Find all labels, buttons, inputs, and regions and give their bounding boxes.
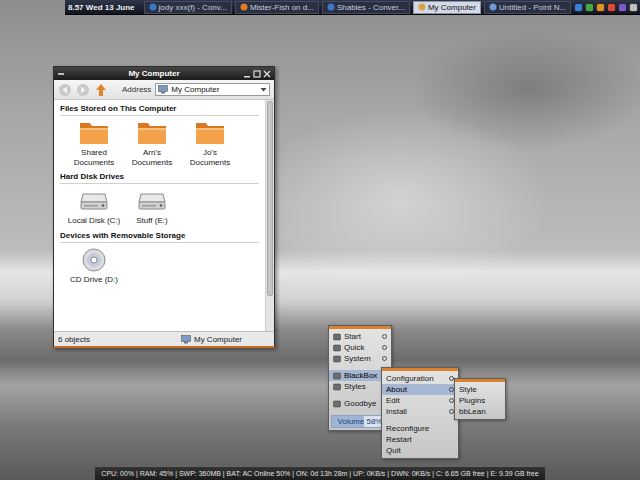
window-title: My Computer: [68, 69, 240, 78]
group-title: Files Stored on This Computer: [60, 104, 259, 116]
group-title: Hard Disk Drives: [60, 172, 259, 184]
blackbox-menu: ConfigurationAboutEditInstall Reconfigure…: [381, 367, 459, 459]
menu-item[interactable]: Edit: [382, 395, 458, 406]
item-group: Devices with Removable Storage CD Drive (…: [60, 231, 259, 285]
app-icon: [240, 3, 248, 11]
forward-arrow-icon[interactable]: [76, 83, 90, 97]
toolbar: Address My Computer: [54, 80, 274, 100]
menu-item-icon: [333, 344, 341, 352]
submenu-arrow-icon: [382, 345, 387, 350]
menu-item[interactable]: Quick: [329, 342, 391, 353]
drive-item[interactable]: Stuff (E:): [124, 188, 180, 226]
app-icon: [489, 3, 497, 11]
menu-item-icon: [333, 400, 341, 408]
folder-icon: [137, 120, 167, 146]
menu-item-icon: [333, 333, 341, 341]
app-icon: [149, 3, 157, 11]
top-toolbar: 8.57 Wed 13 Junejody xxx(f) - Conv...Mis…: [65, 0, 640, 15]
tray-icon[interactable]: [629, 3, 638, 12]
address-field[interactable]: My Computer: [155, 83, 270, 96]
computer-icon: [181, 335, 191, 344]
item-group: Hard Disk Drives Local Disk (C:)Stuff (E:…: [60, 172, 259, 226]
status-bar: 6 objects My Computer: [54, 331, 274, 346]
object-count: 6 objects: [58, 335, 90, 344]
minimize-icon[interactable]: [243, 70, 251, 78]
menu-item[interactable]: Restart: [382, 434, 458, 445]
computer-icon: [158, 85, 168, 94]
item-group: Files Stored on This Computer Shared Docu…: [60, 104, 259, 167]
task-button[interactable]: Untitled - Point N...: [484, 1, 571, 14]
menu-item-icon: [333, 383, 341, 391]
system-status-bar: CPU: 00% | RAM: 45% | SWP: 360MB | BAT: …: [95, 466, 544, 480]
menu-item[interactable]: Install: [382, 406, 458, 417]
submenu-arrow-icon: [382, 334, 387, 339]
drive-item[interactable]: Arn's Documents: [124, 120, 180, 167]
menu-item[interactable]: Quit: [382, 445, 458, 456]
app-icon: [418, 3, 426, 11]
window-menu-icon[interactable]: [57, 70, 65, 78]
menu-item[interactable]: Plugins: [455, 395, 505, 406]
desktop: 8.57 Wed 13 Junejody xxx(f) - Conv...Mis…: [0, 0, 640, 480]
folder-icon: [79, 120, 109, 146]
explorer-window[interactable]: My Computer Address My Computer Files Store…: [53, 66, 275, 348]
maximize-icon[interactable]: [253, 70, 261, 78]
about-menu: StylePluginsbbLean: [454, 378, 506, 420]
tray-icon[interactable]: [607, 3, 616, 12]
status-location: My Computer: [181, 335, 270, 344]
menu-item[interactable]: About: [382, 384, 458, 395]
task-button[interactable]: jody xxx(f) - Conv...: [144, 1, 232, 14]
up-folder-icon[interactable]: [94, 83, 108, 97]
hard-disk-icon: [79, 188, 109, 214]
close-icon[interactable]: [263, 70, 271, 78]
menu-item-icon: [333, 372, 341, 380]
menu-item[interactable]: Start: [329, 331, 391, 342]
submenu-arrow-icon: [382, 356, 387, 361]
dropdown-arrow-icon[interactable]: [260, 86, 267, 93]
menu-item[interactable]: Style: [455, 384, 505, 395]
cd-drive-icon: [79, 247, 109, 273]
menu-item[interactable]: System: [329, 353, 391, 364]
menu-separator: [382, 417, 458, 423]
scroll-thumb[interactable]: [267, 101, 273, 296]
drive-item[interactable]: CD Drive (D:): [66, 247, 122, 285]
menu-item[interactable]: bbLean: [455, 406, 505, 417]
tray-icon[interactable]: [596, 3, 605, 12]
hard-disk-icon: [137, 188, 167, 214]
title-bar[interactable]: My Computer: [54, 67, 274, 80]
menu-item-icon: [333, 355, 341, 363]
drive-item[interactable]: Jo's Documents: [182, 120, 238, 167]
drive-item[interactable]: Shared Documents: [66, 120, 122, 167]
task-button[interactable]: My Computer: [413, 1, 481, 14]
scrollbar[interactable]: [265, 100, 274, 331]
drive-item[interactable]: Local Disk (C:): [66, 188, 122, 226]
tray-icon[interactable]: [574, 3, 583, 12]
clock: 8.57 Wed 13 June: [68, 3, 141, 12]
folder-icon: [195, 120, 225, 146]
tray-icon[interactable]: [585, 3, 594, 12]
tray-icon[interactable]: [618, 3, 627, 12]
menu-item[interactable]: Configuration: [382, 373, 458, 384]
task-button[interactable]: Shabies - Conver...: [322, 1, 410, 14]
group-title: Devices with Removable Storage: [60, 231, 259, 243]
back-arrow-icon[interactable]: [58, 83, 72, 97]
file-view: Files Stored on This Computer Shared Docu…: [54, 100, 265, 331]
system-tray: [574, 3, 640, 12]
app-icon: [327, 3, 335, 11]
task-button[interactable]: Mister-Fish on d...: [235, 1, 319, 14]
address-label: Address: [122, 85, 151, 94]
menu-item[interactable]: Reconfigure: [382, 423, 458, 434]
